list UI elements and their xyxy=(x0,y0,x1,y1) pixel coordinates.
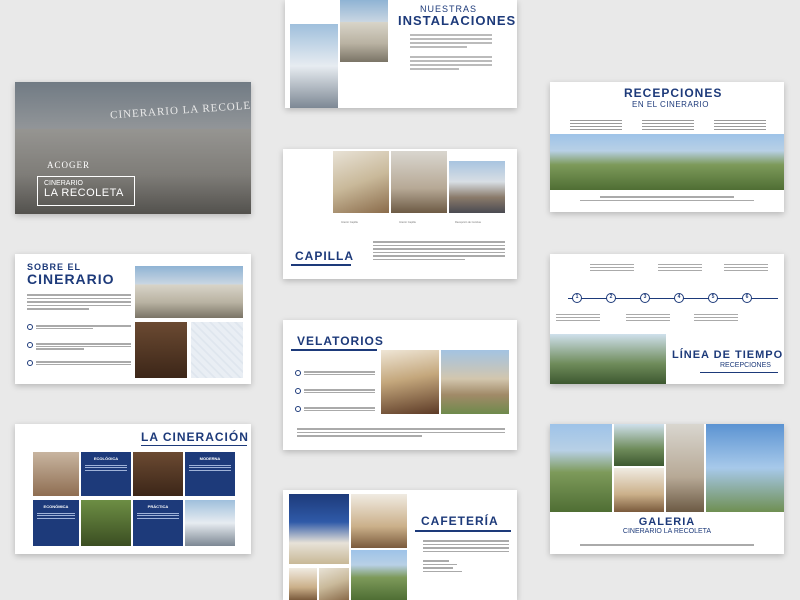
cover-overline: ACOGER xyxy=(47,160,91,170)
timeline-note-bottom-1 xyxy=(556,312,600,323)
slide-cover[interactable]: CINERARIO LA RECOLETA ACOGER CINERARIO L… xyxy=(15,82,251,214)
velatorios-title-rule xyxy=(291,349,377,351)
chair-icon xyxy=(295,370,301,376)
sobre-title-line2: CINERARIO xyxy=(27,271,115,287)
cineracion-photo-plant xyxy=(81,500,131,546)
recepciones-text-col3 xyxy=(712,116,768,134)
sobre-item-1 xyxy=(27,324,131,330)
slide-cineracion[interactable]: LA CINERACIÓN ECOLÓGICA MODERNA ECONÓMIC… xyxy=(15,424,251,554)
galeria-photo-3 xyxy=(614,468,664,512)
cafeteria-photo-garden xyxy=(351,550,407,600)
cafeteria-title: CAFETERÍA xyxy=(421,514,499,528)
slide-sobre-cinerario[interactable]: SOBRE EL CINERARIO xyxy=(15,254,251,384)
slide-linea-tiempo[interactable]: 1 2 3 4 5 6 LÍNEA DE TIEMPO RECEPCIONES xyxy=(550,254,784,384)
capilla-photo-2 xyxy=(391,151,447,213)
timeline-note-bottom-3 xyxy=(694,312,738,323)
cineracion-photo-towers xyxy=(185,500,235,546)
galeria-photo-2 xyxy=(614,424,664,466)
clock-icon xyxy=(295,388,301,394)
capilla-caption-3: Recepción de Cenizas xyxy=(455,221,481,224)
timeline-step-6: 6 xyxy=(742,293,752,303)
recepciones-title-line1: RECEPCIONES xyxy=(624,86,723,100)
velatorios-photo-exterior xyxy=(441,350,509,414)
cineracion-box-ecologica: ECOLÓGICA xyxy=(81,452,131,496)
timeline-step-1: 1 xyxy=(572,293,582,303)
cineracion-photo-hands xyxy=(33,452,79,496)
sobre-photo-map xyxy=(191,322,243,378)
timeline-garden-photo xyxy=(550,334,666,384)
cineracion-box-economica: ECONÓMICA xyxy=(33,500,79,546)
sobre-photo-interior xyxy=(135,322,187,378)
slide-cafeteria[interactable]: CAFETERÍA xyxy=(283,490,517,600)
timeline-step-2: 2 xyxy=(606,293,616,303)
cineracion-title-rule xyxy=(141,445,247,446)
cafeteria-text xyxy=(423,538,509,574)
cover-title-box: CINERARIO LA RECOLETA xyxy=(37,176,135,206)
capilla-photo-1 xyxy=(333,151,389,213)
slide-instalaciones[interactable]: NUESTRAS INSTALACIONES xyxy=(285,0,517,108)
cineracion-photo-urn xyxy=(133,452,183,496)
recepciones-footer-text xyxy=(580,194,754,203)
capilla-photo-3 xyxy=(449,161,505,213)
location-icon xyxy=(27,324,33,330)
timeline-note-top-2 xyxy=(658,262,702,273)
sobre-item-2 xyxy=(27,342,131,351)
sobre-text xyxy=(27,292,131,312)
cafeteria-photo-table xyxy=(289,494,349,564)
recepciones-text-col2 xyxy=(640,116,696,134)
velatorios-item-3 xyxy=(295,406,375,412)
galeria-subtitle: CINERARIO LA RECOLETA xyxy=(622,528,712,535)
cafeteria-photo-small-2 xyxy=(319,568,349,600)
sobre-photo-building xyxy=(135,266,243,318)
capilla-caption-1: Interior Capilla xyxy=(341,221,358,224)
timeline-step-5: 5 xyxy=(708,293,718,303)
timeline-note-top-3 xyxy=(724,262,768,273)
velatorios-footer-text xyxy=(297,426,505,439)
timeline-note-bottom-2 xyxy=(626,312,670,323)
instalaciones-text xyxy=(410,32,492,72)
cover-title-line1: CINERARIO xyxy=(44,180,83,187)
cover-title-line2: LA RECOLETA xyxy=(44,187,124,199)
pin-icon xyxy=(27,342,33,348)
instalaciones-title-line2: INSTALACIONES xyxy=(398,13,517,28)
galeria-title: GALERIA xyxy=(638,516,696,528)
velatorios-item-2 xyxy=(295,388,375,394)
wifi-icon xyxy=(295,406,301,412)
slide-velatorios[interactable]: VELATORIOS xyxy=(283,320,517,450)
timeline-note-top-1 xyxy=(590,262,634,273)
instalaciones-photo-wall xyxy=(290,24,338,108)
galeria-photo-4 xyxy=(666,424,704,512)
galeria-photo-1 xyxy=(550,424,612,512)
cafeteria-photo-room xyxy=(351,494,407,548)
velatorios-title: VELATORIOS xyxy=(297,334,384,348)
timeline-subtitle: RECEPCIONES xyxy=(720,362,771,369)
cineracion-box-practica: PRÁCTICA xyxy=(133,500,183,546)
cafeteria-title-rule xyxy=(415,530,511,532)
velatorios-photo-room xyxy=(381,350,439,414)
recepciones-title-line2: EN EL CINERARIO xyxy=(632,100,709,109)
capilla-text xyxy=(373,239,505,262)
slide-recepciones[interactable]: RECEPCIONES EN EL CINERARIO xyxy=(550,82,784,212)
slide-capilla[interactable]: Interior Capilla Interior Capilla Recepc… xyxy=(283,149,517,279)
timeline-subtitle-rule xyxy=(700,372,778,373)
timeline-step-3: 3 xyxy=(640,293,650,303)
galeria-footer-text xyxy=(580,542,754,548)
recepciones-garden-photo xyxy=(550,134,784,190)
cineracion-title: LA CINERACIÓN xyxy=(141,430,249,444)
capilla-title: CAPILLA xyxy=(295,249,354,263)
sobre-item-3 xyxy=(27,360,131,366)
capilla-caption-2: Interior Capilla xyxy=(399,221,416,224)
velatorios-item-1 xyxy=(295,370,375,376)
cafeteria-photo-small-1 xyxy=(289,568,317,600)
instalaciones-photo-building xyxy=(340,0,388,62)
galeria-photo-5 xyxy=(706,424,784,512)
timeline-title: LÍNEA DE TIEMPO xyxy=(672,349,784,361)
bus-icon xyxy=(27,360,33,366)
recepciones-text-col1 xyxy=(568,116,624,134)
cineracion-box-moderna: MODERNA xyxy=(185,452,235,496)
capilla-title-rule xyxy=(291,264,351,266)
timeline-step-4: 4 xyxy=(674,293,684,303)
slide-galeria[interactable]: GALERIA CINERARIO LA RECOLETA xyxy=(550,424,784,554)
